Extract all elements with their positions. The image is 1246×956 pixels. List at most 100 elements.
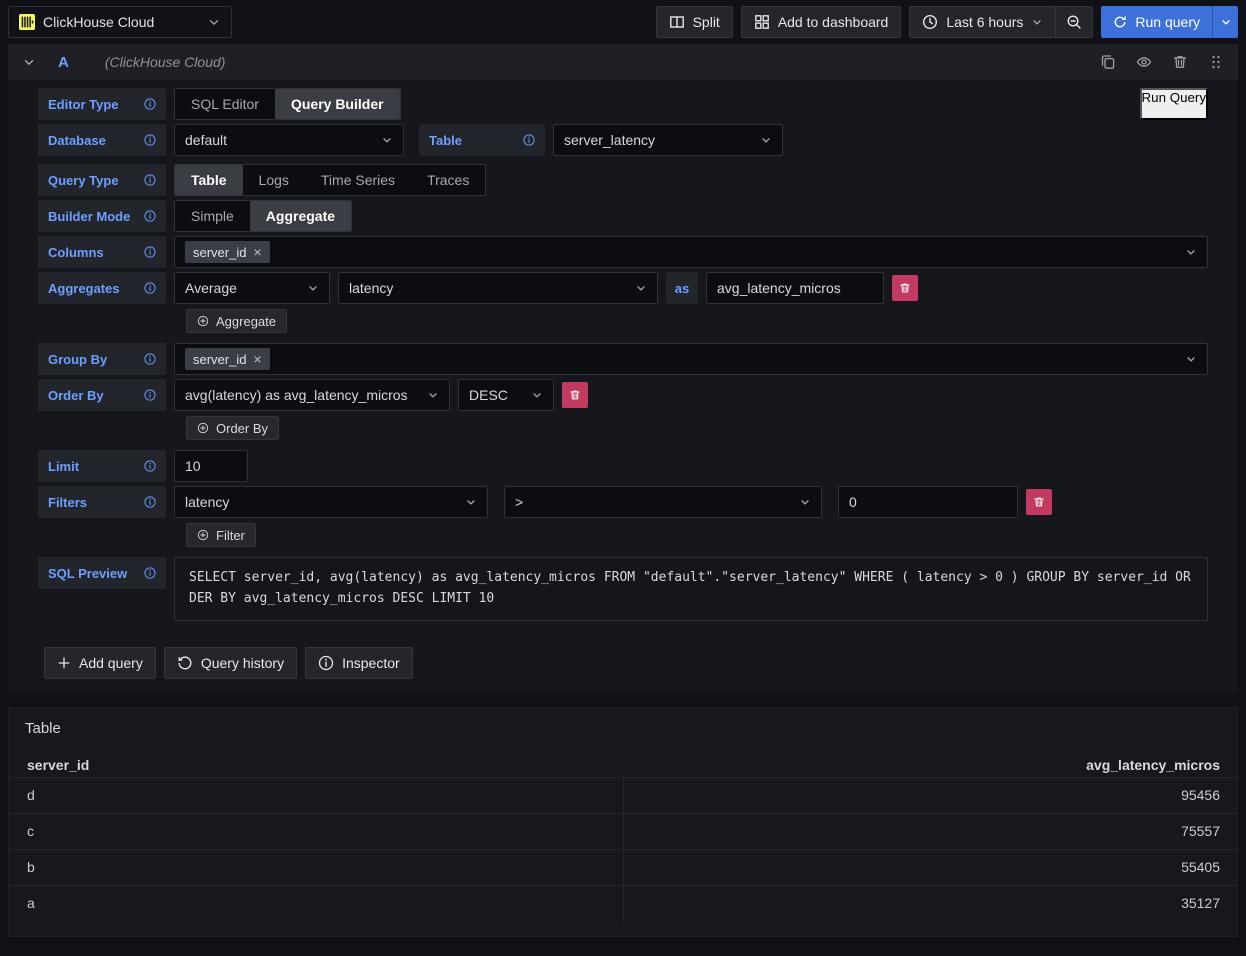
inspector-label: Inspector — [342, 655, 400, 671]
table-row[interactable]: c 75557 — [9, 813, 1237, 849]
history-icon — [177, 655, 193, 671]
info-icon[interactable] — [144, 389, 156, 401]
order-by-direction-value: DESC — [469, 387, 508, 403]
editor-type-label: Editor Type — [38, 88, 166, 120]
info-icon[interactable] — [144, 567, 156, 579]
info-icon[interactable] — [144, 353, 156, 365]
sql-preview-text: SELECT server_id, avg(latency) as avg_la… — [174, 557, 1208, 621]
time-range-label: Last 6 hours — [946, 14, 1023, 30]
time-controls: Last 6 hours — [909, 6, 1093, 38]
zoom-out-time-button[interactable] — [1056, 7, 1092, 37]
chevron-down-icon — [207, 15, 221, 29]
info-icon[interactable] — [144, 210, 156, 222]
sql-preview-label: SQL Preview — [38, 557, 166, 589]
aggregate-column-select[interactable]: latency — [338, 272, 658, 304]
grip-dots-icon — [1208, 54, 1224, 70]
remove-chip-icon[interactable]: × — [253, 245, 261, 259]
chevron-down-icon — [1185, 246, 1197, 258]
add-order-by-button[interactable]: Order By — [186, 416, 279, 440]
add-to-dashboard-label: Add to dashboard — [778, 14, 889, 30]
table-row[interactable]: b 55405 — [9, 849, 1237, 885]
query-type-toggle: Table Logs Time Series Traces — [174, 164, 486, 196]
filter-value-input[interactable]: 0 — [838, 486, 1018, 518]
apps-grid-icon — [754, 14, 770, 30]
run-query-button[interactable]: Run query — [1101, 6, 1212, 38]
aggregate-function-select[interactable]: Average — [174, 272, 330, 304]
editor-type-toggle: SQL Editor Query Builder — [174, 88, 401, 120]
chevron-down-icon — [427, 389, 439, 401]
column-header-avg-latency[interactable]: avg_latency_micros — [1086, 757, 1220, 773]
add-query-label: Add query — [79, 655, 143, 671]
columns-multiselect[interactable]: server_id × — [174, 236, 1208, 268]
chevron-down-icon — [1185, 353, 1197, 365]
order-by-field-value: avg(latency) as avg_latency_micros — [185, 387, 408, 403]
filter-operator-select[interactable]: > — [504, 486, 822, 518]
run-query-dropdown-button[interactable] — [1212, 6, 1238, 38]
query-editor-card: A (ClickHouse Cloud) Editor Type SQL Edi… — [8, 44, 1238, 693]
info-icon[interactable] — [144, 246, 156, 258]
info-icon[interactable] — [144, 460, 156, 472]
query-builder-option[interactable]: Query Builder — [275, 89, 400, 119]
cell-avg-latency: 75557 — [1181, 823, 1220, 839]
query-row-header[interactable]: A (ClickHouse Cloud) — [8, 44, 1238, 80]
datasource-picker[interactable]: ClickHouse Cloud — [8, 6, 232, 38]
explore-toolbar: ClickHouse Cloud Split Add to dashboard … — [0, 0, 1246, 44]
info-icon[interactable] — [144, 98, 156, 110]
database-select[interactable]: default — [174, 124, 404, 156]
cell-server-id: b — [27, 859, 35, 875]
query-type-timeseries-option[interactable]: Time Series — [305, 165, 411, 195]
add-filter-button[interactable]: Filter — [186, 523, 256, 547]
table-row[interactable]: d 95456 — [9, 777, 1237, 813]
info-icon[interactable] — [144, 174, 156, 186]
remove-aggregate-button[interactable] — [892, 275, 918, 301]
info-icon[interactable] — [144, 496, 156, 508]
query-history-label: Query history — [201, 655, 284, 671]
column-header-server-id[interactable]: server_id — [27, 757, 89, 773]
remove-query-button[interactable] — [1172, 54, 1188, 70]
query-history-button[interactable]: Query history — [164, 647, 297, 679]
info-icon[interactable] — [144, 134, 156, 146]
remove-chip-icon[interactable]: × — [253, 352, 261, 366]
add-to-dashboard-button[interactable]: Add to dashboard — [741, 6, 902, 38]
order-by-direction-select[interactable]: DESC — [458, 379, 554, 411]
sql-editor-option[interactable]: SQL Editor — [175, 89, 275, 119]
info-icon[interactable] — [144, 282, 156, 294]
remove-order-by-button[interactable] — [562, 382, 588, 408]
chevron-down-icon — [635, 282, 647, 294]
inspector-button[interactable]: Inspector — [305, 647, 413, 679]
group-by-multiselect[interactable]: server_id × — [174, 343, 1208, 375]
editor-run-query-button[interactable]: Run Query — [1140, 88, 1208, 120]
collapse-chevron-icon[interactable] — [22, 55, 36, 69]
table-value: server_latency — [564, 132, 655, 148]
trash-icon — [1172, 54, 1188, 70]
drag-handle[interactable] — [1208, 54, 1224, 70]
query-type-traces-option[interactable]: Traces — [411, 165, 485, 195]
split-button[interactable]: Split — [656, 6, 733, 38]
cell-avg-latency: 95456 — [1181, 787, 1220, 803]
columns-label: Columns — [38, 236, 166, 268]
filter-field-select[interactable]: latency — [174, 486, 488, 518]
aggregate-alias-input[interactable]: avg_latency_micros — [706, 272, 884, 304]
duplicate-query-button[interactable] — [1100, 54, 1116, 70]
builder-mode-aggregate-option[interactable]: Aggregate — [250, 201, 351, 231]
add-aggregate-label: Aggregate — [216, 314, 276, 329]
add-query-button[interactable]: Add query — [44, 647, 156, 679]
trash-icon — [1033, 496, 1045, 508]
query-type-logs-option[interactable]: Logs — [243, 165, 305, 195]
time-range-picker[interactable]: Last 6 hours — [910, 7, 1055, 37]
plus-circle-icon — [197, 529, 209, 541]
query-ref-id[interactable]: A — [58, 54, 69, 71]
add-aggregate-button[interactable]: Aggregate — [186, 309, 287, 333]
query-type-table-option[interactable]: Table — [175, 165, 243, 195]
columns-chip: server_id × — [185, 241, 270, 263]
chevron-down-icon — [465, 496, 477, 508]
remove-filter-button[interactable] — [1026, 489, 1052, 515]
hide-query-button[interactable] — [1136, 54, 1152, 70]
info-icon[interactable] — [523, 134, 535, 146]
order-by-field-select[interactable]: avg(latency) as avg_latency_micros — [174, 379, 450, 411]
table-row[interactable]: a 35127 — [9, 885, 1237, 921]
limit-input[interactable]: 10 — [174, 450, 248, 482]
plus-circle-icon — [197, 315, 209, 327]
builder-mode-simple-option[interactable]: Simple — [175, 201, 250, 231]
table-select[interactable]: server_latency — [553, 124, 783, 156]
